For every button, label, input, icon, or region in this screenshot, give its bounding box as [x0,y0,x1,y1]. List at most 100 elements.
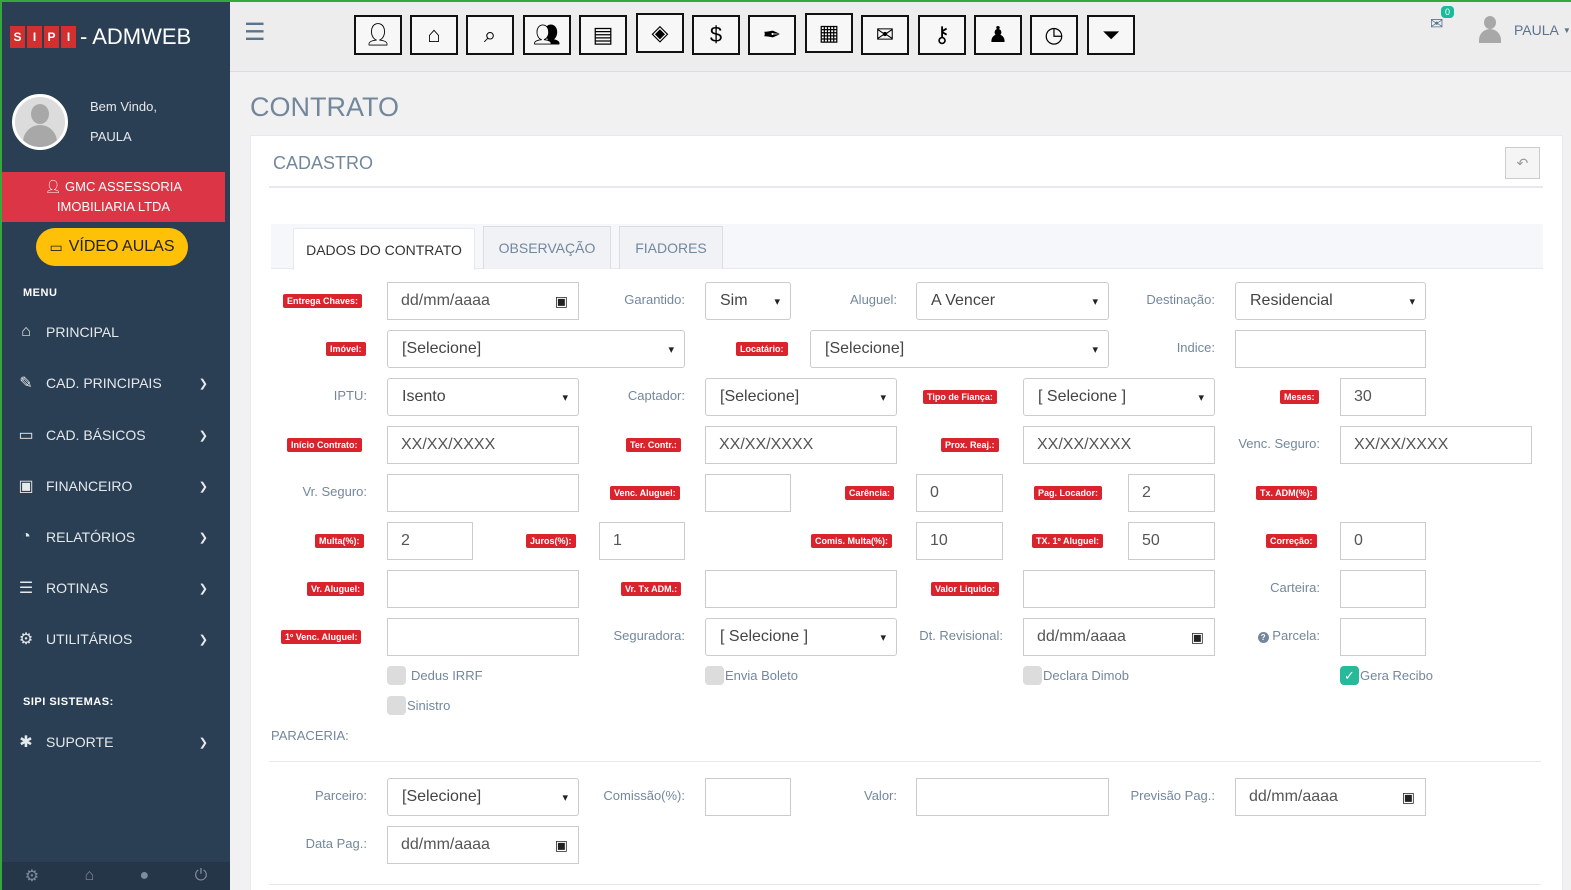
tab-observacao[interactable]: OBSERVAÇÃO [483,226,611,269]
question-circle-icon[interactable]: ? [1257,632,1269,643]
tool-document-icon[interactable]: ▤ [579,15,627,55]
tool-money-icon[interactable]: $ [692,15,740,55]
venc-aluguel-input[interactable] [705,474,791,512]
previsao-pag-date[interactable]: dd/mm/aaaa ▣ [1235,778,1426,816]
data-pag-label: Data Pag.: [305,836,367,851]
chevron-down-icon: ▾ [880,391,886,404]
field-value: [Selecione] [402,788,482,805]
tool-calculator-icon[interactable]: ▦ [805,13,853,53]
juros-input[interactable]: 1 [599,522,685,560]
sidebar-item-cad-principais[interactable]: ✎ CAD. PRINCIPAIS ❯ [2,363,230,403]
chevron-down-icon: ❯ [198,531,208,544]
power-icon[interactable]: ⏻ [195,867,208,885]
captador-select[interactable]: [Selecione] ▾ [705,378,897,416]
tool-person-icon[interactable]: ♟ [974,15,1022,55]
imovel-select[interactable]: [Selecione] ▾ [387,330,685,368]
tx-1-aluguel-input[interactable]: 50 [1128,522,1215,560]
multa-input[interactable]: 2 [387,522,473,560]
video-lessons-button[interactable]: ▭ VÍDEO AULAS [36,228,188,266]
sidebar-item-principal[interactable]: ⌂ PRINCIPAL [2,312,230,352]
field-value: dd/mm/aaaa [1249,788,1338,805]
vr-seguro-input[interactable] [387,474,579,512]
tool-box-icon[interactable]: ◈ [636,13,684,53]
tool-notes-icon[interactable]: ✉ [861,15,909,55]
settings-icon[interactable]: ⚙ [25,866,39,886]
pag-locador-input[interactable]: 2 [1128,474,1215,512]
user-menu[interactable]: PAULA ▼ [1478,16,1571,44]
brand[interactable]: S I P I - ADMWEB [2,2,230,72]
tool-sign-icon[interactable]: ✒ [748,15,796,55]
company-line1: GMC ASSESSORIA [65,179,183,194]
tool-home-icon[interactable]: ⌂ [410,15,458,55]
comissao-input[interactable] [705,778,791,816]
vr-aluguel-input[interactable] [387,570,579,608]
paraceria-title: PARACERIA: [271,728,349,743]
envia-boleto-checkbox[interactable]: Envia Boleto [705,666,798,685]
tool-people-icon[interactable]: 👥︎ [523,15,571,55]
locatario-select[interactable]: [Selecione] ▾ [810,330,1109,368]
chevron-down-icon: ▾ [880,631,886,644]
logo-letter: I [61,26,76,48]
indice-input[interactable] [1235,330,1426,368]
mail-count-badge: 0 [1441,6,1455,18]
home-icon[interactable]: ⌂ [84,867,94,885]
tool-calendar-icon[interactable]: ◷ [1030,15,1078,55]
user-icon[interactable]: ● [140,867,150,885]
parcela-input[interactable] [1340,618,1426,656]
topbar: ☰ 👤︎ ⌂ ⌕ 👥︎ ▤ ◈ $ ✒ ▦ ✉ ⚷ ♟ ◷ ⏷ ✉ 0 PAUL… [230,2,1571,72]
seguradora-select[interactable]: [ Selecione ] ▾ [705,618,897,656]
sidebar-item-financeiro[interactable]: ▣ FINANCEIRO ❯ [2,466,230,506]
venc-1-aluguel-label: 1º Venc. Aluguel: [281,630,362,644]
tool-search-icon[interactable]: ⌕ [466,15,514,55]
sidebar-item-relatorios[interactable]: ◔ RELATÓRIOS ❯ [2,517,230,557]
valor-liquido-input[interactable] [1023,570,1215,608]
prox-reaj-input[interactable]: XX/XX/XXXX [1023,426,1215,464]
data-pag-date[interactable]: dd/mm/aaaa ▣ [387,826,579,864]
dt-revisional-date[interactable]: dd/mm/aaaa ▣ [1023,618,1215,656]
correcao-input[interactable]: 0 [1340,522,1426,560]
gera-recibo-checkbox[interactable]: ✓ Gera Recibo [1340,666,1433,685]
sidebar-item-suporte[interactable]: ✱ SUPORTE ❯ [2,722,230,762]
company-badge[interactable]: 👤︎ GMC ASSESSORIA IMOBILIARIA LTDA [2,172,225,222]
aluguel-select[interactable]: A Vencer ▾ [916,282,1109,320]
sidebar-item-rotinas[interactable]: ☰ ROTINAS ❯ [2,568,230,608]
comis-multa-input[interactable]: 10 [916,522,1003,560]
parcela-label-text: Parcela: [1272,628,1320,643]
field-value: Sim [720,292,748,309]
username: PAULA [1514,22,1559,38]
destinacao-select[interactable]: Residencial ▾ [1235,282,1426,320]
tipo-fianca-select[interactable]: [ Selecione ] ▾ [1023,378,1215,416]
back-button[interactable]: ↶ [1505,147,1540,179]
carencia-input[interactable]: 0 [916,474,1003,512]
sidebar-item-label: CAD. BÁSICOS [46,427,146,443]
venc-1-aluguel-input[interactable] [387,618,579,656]
locatario-label: Locatário: [736,342,788,356]
field-value: XX/XX/XXXX [401,436,496,453]
garantido-select[interactable]: Sim ▾ [705,282,791,320]
iptu-select[interactable]: Isento ▾ [387,378,579,416]
carteira-input[interactable] [1340,570,1426,608]
tool-keys-icon[interactable]: ⚷ [918,15,966,55]
tool-user-icon[interactable]: 👤︎ [354,15,402,55]
inicio-contrato-input[interactable]: XX/XX/XXXX [387,426,579,464]
meses-input[interactable]: 30 [1340,378,1426,416]
venc-seguro-input[interactable]: XX/XX/XXXX [1340,426,1532,464]
tab-dados-do-contrato[interactable]: DADOS DO CONTRATO [293,228,475,270]
tab-fiadores[interactable]: FIADORES [619,226,723,269]
user-avatar [1478,16,1502,44]
tool-filter-icon[interactable]: ⏷ [1087,15,1135,55]
field-value: 1 [613,532,622,549]
section-title: SIPI SISTEMAS: [23,696,114,708]
entrega-chaves-date[interactable]: dd/mm/aaaa ▣ [387,282,579,320]
menu-toggle-icon[interactable]: ☰ [244,18,266,47]
vr-tx-adm-input[interactable] [705,570,897,608]
sidebar-item-utilitarios[interactable]: ⚙ UTILITÁRIOS ❯ [2,619,230,659]
valor-input[interactable] [916,778,1109,816]
profile: Bem Vindo, PAULA [2,72,230,172]
declara-dimob-checkbox[interactable]: Declara Dimob [1023,666,1129,685]
dedus-irrf-checkbox[interactable]: Dedus IRRF [387,666,483,685]
sidebar-item-cad-basicos[interactable]: ▭ CAD. BÁSICOS ❯ [2,415,230,455]
sinistro-checkbox[interactable]: Sinistro [387,696,450,715]
ter-contr-input[interactable]: XX/XX/XXXX [705,426,897,464]
parceiro-select[interactable]: [Selecione] ▾ [387,778,579,816]
